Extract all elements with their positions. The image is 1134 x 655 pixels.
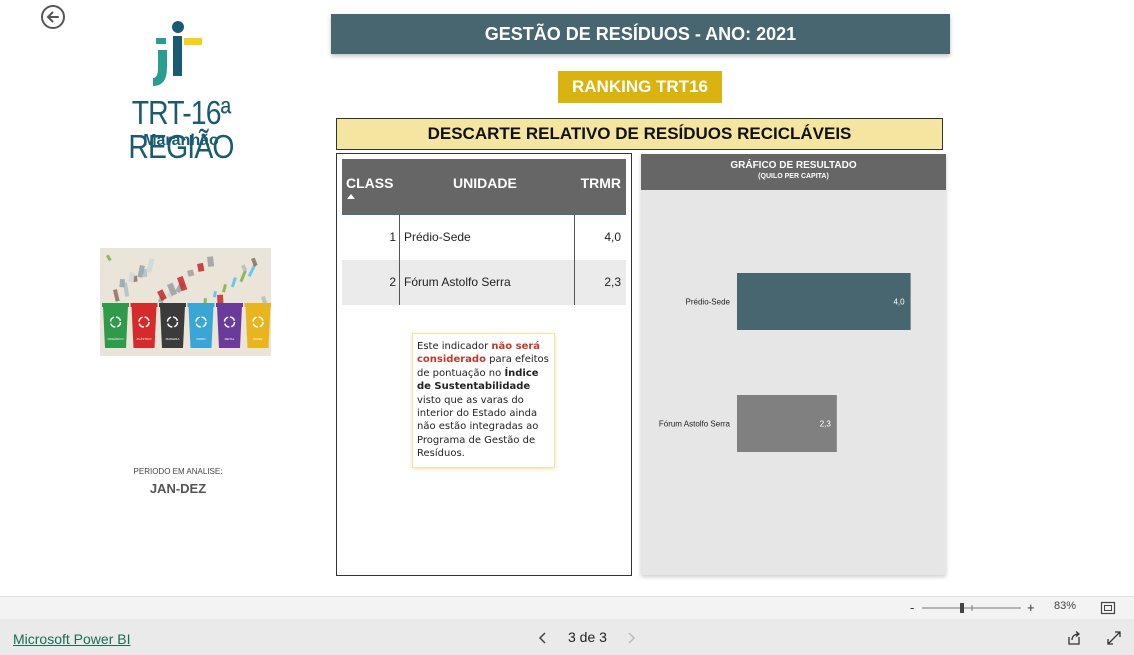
chart-category-label: Prédio-Sede [686, 298, 731, 307]
chart-category-label: Fórum Astolfo Serra [659, 420, 731, 429]
chart-bar[interactable] [737, 273, 911, 330]
chart-data-label: 2,3 [820, 420, 832, 429]
svg-text:PLÁSTICO: PLÁSTICO [137, 337, 153, 341]
note-text: visto que as varas do interior do Estado… [417, 394, 539, 460]
column-header-unit[interactable]: UNIDADE [453, 175, 517, 191]
column-header-class[interactable]: CLASS [346, 175, 393, 191]
chevron-left-icon[interactable] [537, 631, 549, 645]
fullscreen-icon[interactable] [1106, 630, 1122, 646]
share-icon[interactable] [1066, 630, 1082, 646]
svg-text:PAPEL: PAPEL [253, 337, 263, 341]
chevron-right-icon[interactable] [625, 631, 637, 645]
chart-title: GRÁFICO DE RESULTADO [730, 160, 857, 171]
column-header-trmr[interactable]: TRMR [581, 175, 621, 191]
svg-text:+: + [1027, 601, 1035, 615]
section-title: DESCARTE RELATIVO DE RESÍDUOS RECICLÁVEI… [336, 118, 943, 150]
table-row[interactable]: 1 Prédio-Sede 4,0 [342, 215, 626, 260]
svg-text:-: - [910, 601, 914, 615]
table-row[interactable]: 2 Fórum Astolfo Serra 2,3 [342, 260, 626, 305]
column-divider [574, 215, 575, 305]
period-label: PERIODO EM ANALISE: [133, 467, 223, 476]
zoom-bar: - + [0, 596, 1134, 619]
cell-unit: Fórum Astolfo Serra [404, 275, 511, 289]
power-bi-link[interactable]: Microsoft Power BI [13, 631, 130, 647]
footer-bar [0, 619, 1134, 655]
page-indicator: 3 de 3 [568, 629, 607, 645]
svg-text:METAL: METAL [225, 337, 235, 341]
svg-text:MADEIRA: MADEIRA [166, 337, 180, 341]
chart-subtitle: (QUILO PER CAPITA) [758, 173, 829, 180]
sort-ascending-icon[interactable] [347, 194, 355, 199]
cell-trmr: 2,3 [604, 275, 621, 289]
chart-header: GRÁFICO DE RESULTADO (QUILO PER CAPITA) [641, 154, 946, 190]
cell-trmr: 4,0 [604, 230, 621, 244]
cell-class: 1 [389, 230, 396, 244]
table-header: CLASS UNIDADE TRMR [342, 159, 626, 215]
zoom-level: 83% [1054, 600, 1077, 612]
arrow-left-icon [46, 11, 59, 23]
recycling-bins-image: ORGÂNICO PLÁSTICO MADEIRA VIDRO METAL PAPEL [100, 248, 271, 356]
ranking-badge: RANKING TRT16 [558, 71, 722, 103]
note-text: Este indicador [417, 341, 492, 352]
chart-data-label: 4,0 [893, 298, 905, 307]
logo-name: TRT-16ª REGIÃO [128, 94, 234, 165]
cell-unit: Prédio-Sede [404, 230, 471, 244]
zoom-slider[interactable]: - + [908, 601, 1043, 615]
period-value: JAN-DEZ [149, 481, 207, 496]
logo-subtitle: Maranhão [143, 132, 219, 149]
cell-class: 2 [389, 275, 396, 289]
svg-text:VIDRO: VIDRO [196, 337, 206, 341]
page-title: GESTÃO DE RESÍDUOS - ANO: 2021 [331, 14, 950, 54]
fit-to-page-icon[interactable] [1100, 601, 1116, 615]
back-button[interactable] [41, 5, 65, 29]
column-divider [399, 215, 400, 305]
info-note: Este indicador não será considerado para… [412, 333, 555, 468]
bar-chart[interactable]: Prédio-Sede 4,0 Fórum Astolfo Serra 2,3 [641, 190, 946, 575]
svg-text:ORGÂNICO: ORGÂNICO [107, 336, 124, 341]
